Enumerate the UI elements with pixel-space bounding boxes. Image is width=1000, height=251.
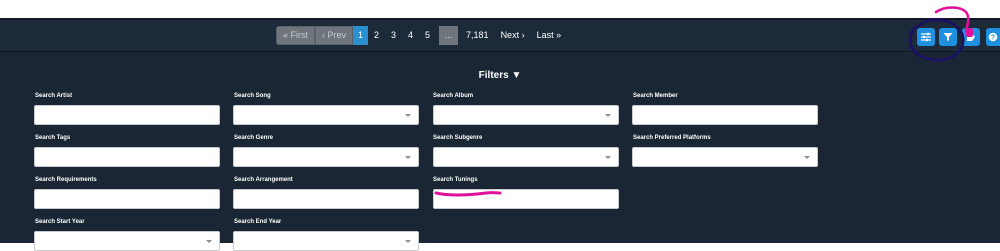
settings-sliders-button[interactable]: [917, 28, 935, 46]
help-button[interactable]: ?: [986, 28, 1000, 46]
help-icon: ?: [988, 32, 998, 41]
search-album-select[interactable]: [433, 105, 619, 125]
chevron-down-icon: [605, 114, 611, 117]
search-album-label: Search Album: [433, 93, 474, 99]
filter-toggle-button[interactable]: [939, 28, 957, 46]
search-tags-label: Search Tags: [35, 135, 71, 141]
search-artist-input[interactable]: [34, 105, 220, 125]
search-requirements-label: Search Requirements: [35, 177, 97, 183]
search-genre-label: Search Genre: [234, 135, 274, 141]
first-page-button[interactable]: « First: [276, 26, 316, 45]
search-song-label: Search Song: [234, 93, 271, 99]
page-2-button[interactable]: 2: [368, 26, 385, 45]
search-arrangement-input[interactable]: [233, 189, 419, 209]
tag-button[interactable]: [962, 28, 980, 46]
search-song-select[interactable]: [233, 105, 419, 125]
page-1-button[interactable]: 1: [353, 26, 369, 45]
search-preferred-platforms-label: Search Preferred Platforms: [633, 135, 711, 141]
search-subgenre-select[interactable]: [433, 147, 619, 167]
chevron-down-icon: [405, 114, 411, 117]
page-4-button[interactable]: 4: [402, 26, 419, 45]
page-7181-button[interactable]: 7,181: [458, 26, 495, 45]
search-artist-label: Search Artist: [35, 93, 73, 99]
search-end-year-label: Search End Year: [234, 219, 282, 225]
search-member-input[interactable]: [632, 105, 818, 125]
search-tags-input[interactable]: [34, 147, 220, 167]
svg-text:?: ?: [991, 34, 995, 41]
next-page-button[interactable]: Next ›: [495, 26, 531, 45]
search-start-year-label: Search Start Year: [35, 219, 85, 225]
search-member-label: Search Member: [633, 93, 678, 99]
page-3-button[interactable]: 3: [385, 26, 402, 45]
search-tunings-label: Search Tunings: [433, 177, 478, 183]
search-genre-select[interactable]: [233, 147, 419, 167]
last-page-button[interactable]: Last »: [531, 26, 568, 45]
search-tunings-input[interactable]: [433, 189, 619, 209]
page-ellipsis: ...: [439, 26, 459, 45]
pagination: « First ‹ Prev 1 2 3 4 5 ... 7,181 Next …: [276, 26, 567, 45]
top-white-strip: [0, 0, 1000, 18]
chevron-down-icon: [605, 156, 611, 159]
tag-icon: [967, 33, 975, 41]
chevron-down-icon: [405, 156, 411, 159]
sliders-icon: [921, 32, 931, 42]
search-subgenre-label: Search Subgenre: [433, 135, 483, 141]
prev-page-button[interactable]: ‹ Prev: [315, 26, 354, 45]
filters-toggle[interactable]: Filters ▼: [0, 70, 1000, 81]
search-preferred-platforms-select[interactable]: [632, 147, 818, 167]
page-5-button[interactable]: 5: [419, 26, 436, 45]
search-end-year-select[interactable]: [233, 231, 419, 251]
search-requirements-input[interactable]: [34, 189, 220, 209]
filter-icon: [943, 33, 953, 41]
chevron-down-icon: [804, 156, 810, 159]
search-start-year-select[interactable]: [34, 231, 220, 251]
search-arrangement-label: Search Arrangement: [234, 177, 293, 183]
toolbar: « First ‹ Prev 1 2 3 4 5 ... 7,181 Next …: [0, 18, 1000, 52]
